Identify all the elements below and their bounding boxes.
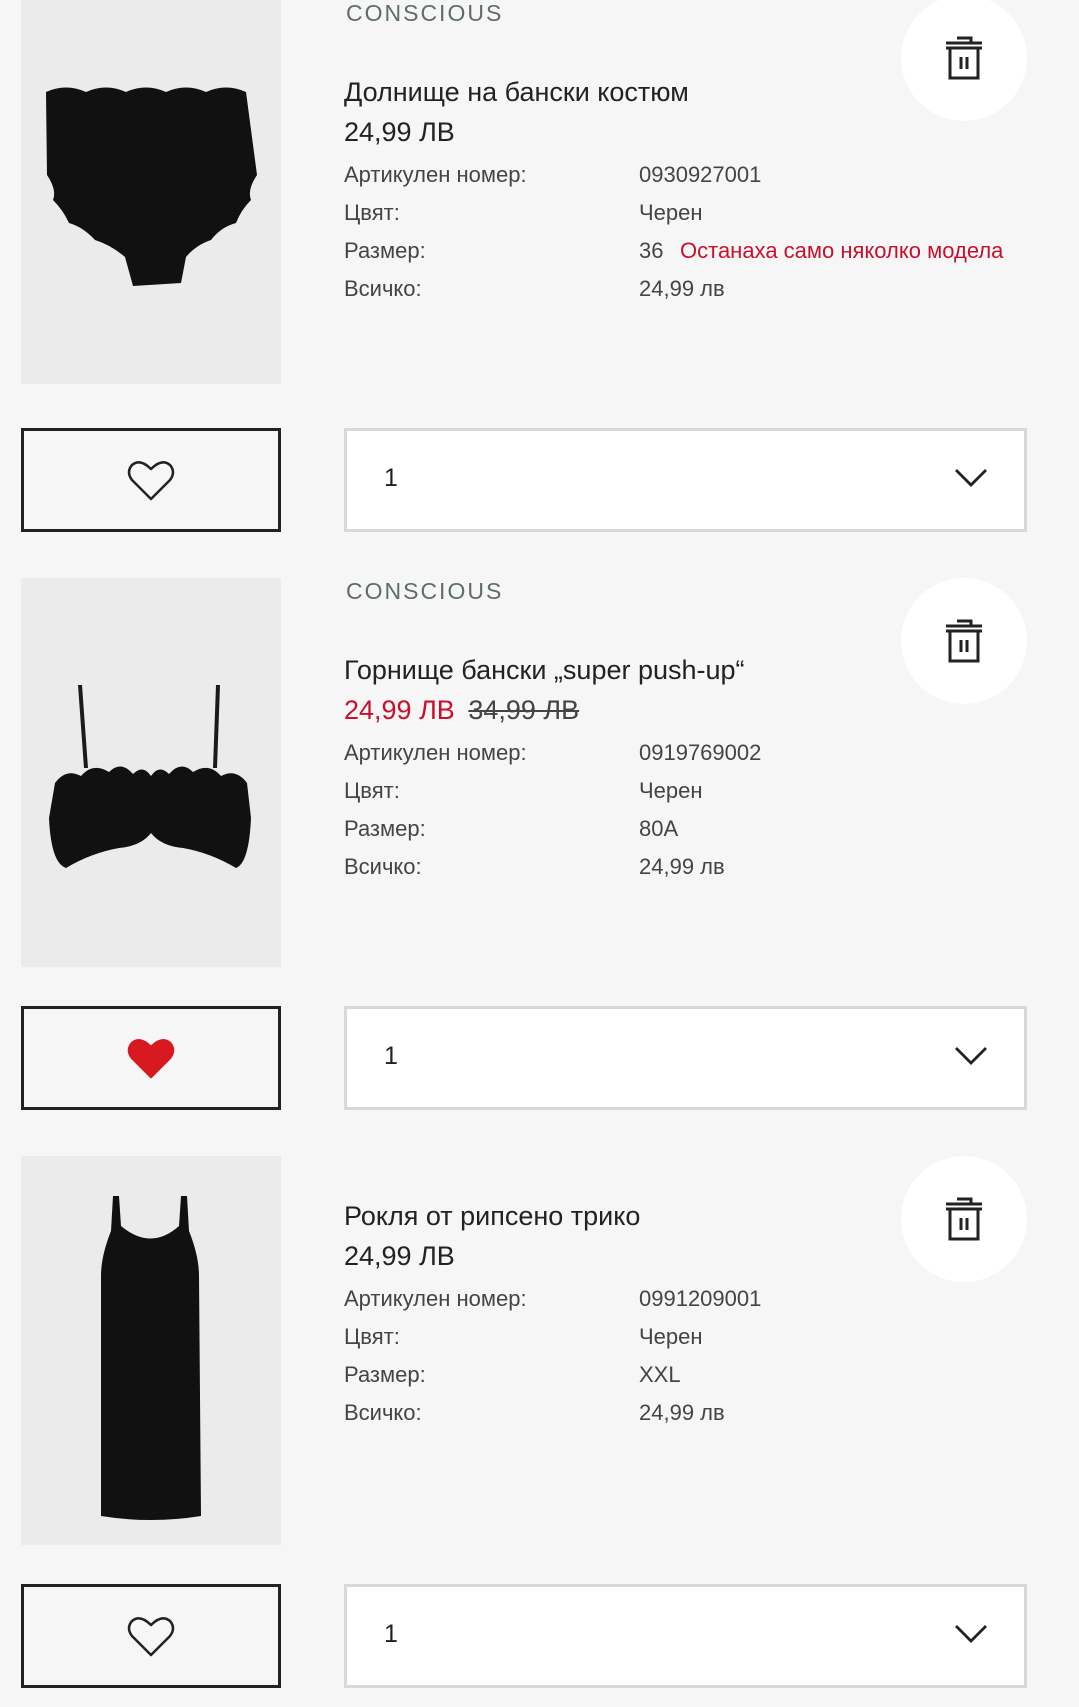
product-price: 24,99 ЛВ [344, 1241, 455, 1272]
current-price: 24,99 ЛВ [344, 1241, 455, 1271]
spec-value: 24,99 лв [639, 854, 725, 879]
dress-image [21, 1156, 281, 1545]
cart-item: Рокля от рипсено трико 24,99 ЛВ Артикуле… [0, 1156, 1079, 1707]
spec-label: Цвят: [344, 200, 400, 225]
product-title[interactable]: Горнище бански „super push-up“ [344, 655, 745, 686]
spec-value: 36 [639, 238, 664, 263]
spec-value: Черен [639, 778, 703, 803]
brand-label: CONSCIOUS [346, 0, 504, 26]
spec-label: Всичко: [344, 276, 422, 301]
spec-label: Цвят: [344, 778, 400, 803]
delete-button[interactable] [901, 1156, 1027, 1282]
spec-value: 0919769002 [639, 740, 762, 765]
product-image[interactable] [21, 0, 281, 384]
spec-label: Артикулен номер: [344, 162, 527, 187]
spec-label: Цвят: [344, 1324, 400, 1349]
product-image[interactable] [21, 578, 281, 967]
spec-value: 0930927001 [639, 162, 762, 187]
sale-price: 24,99 ЛВ [344, 695, 455, 725]
cart-item: CONSCIOUS Долнище на бански костюм 24,99… [0, 0, 1079, 578]
product-price: 24,99 ЛВ [344, 117, 455, 148]
quantity-select[interactable]: 1 [344, 428, 1027, 532]
delete-button[interactable] [901, 0, 1027, 121]
delete-button[interactable] [901, 578, 1027, 704]
stock-warning: Останаха само няколко модела [680, 238, 1004, 263]
chevron-down-icon [955, 1047, 987, 1065]
favorite-button[interactable] [21, 1584, 281, 1688]
favorite-button[interactable] [21, 1006, 281, 1110]
spec-value: 24,99 лв [639, 276, 725, 301]
favorite-button[interactable] [21, 428, 281, 532]
product-title[interactable]: Рокля от рипсено трико [344, 1201, 640, 1232]
spec-label: Размер: [344, 816, 426, 841]
heart-icon [127, 1039, 175, 1079]
product-image[interactable] [21, 1156, 281, 1545]
current-price: 24,99 ЛВ [344, 117, 455, 147]
quantity-value: 1 [384, 1620, 398, 1648]
spec-label: Артикулен номер: [344, 740, 527, 765]
spec-label: Артикулен номер: [344, 1286, 527, 1311]
old-price: 34,99 ЛВ [468, 695, 580, 725]
spec-label: Размер: [344, 1362, 426, 1387]
quantity-value: 1 [384, 464, 398, 492]
heart-icon [127, 1617, 175, 1657]
spec-label: Размер: [344, 238, 426, 263]
brand-label: CONSCIOUS [346, 578, 504, 604]
spec-label: Всичко: [344, 1400, 422, 1425]
spec-value: 24,99 лв [639, 1400, 725, 1425]
quantity-value: 1 [384, 1042, 398, 1070]
spec-label: Всичко: [344, 854, 422, 879]
spec-value: 80A [639, 816, 679, 841]
bikini-bottom-image [21, 0, 281, 384]
spec-value: XXL [639, 1362, 681, 1387]
spec-value: Черен [639, 200, 703, 225]
quantity-select[interactable]: 1 [344, 1584, 1027, 1688]
trash-icon [946, 36, 982, 80]
bikini-top-image [21, 578, 281, 967]
trash-icon [946, 1197, 982, 1241]
trash-icon [946, 619, 982, 663]
cart-item: CONSCIOUS Горнище бански „super push-up“… [0, 578, 1079, 1156]
chevron-down-icon [955, 469, 987, 487]
product-title[interactable]: Долнище на бански костюм [344, 77, 689, 108]
product-price: 24,99 ЛВ 34,99 ЛВ [344, 695, 579, 726]
quantity-select[interactable]: 1 [344, 1006, 1027, 1110]
spec-value: 0991209001 [639, 1286, 762, 1311]
spec-value: Черен [639, 1324, 703, 1349]
chevron-down-icon [955, 1625, 987, 1643]
heart-icon [127, 461, 175, 501]
